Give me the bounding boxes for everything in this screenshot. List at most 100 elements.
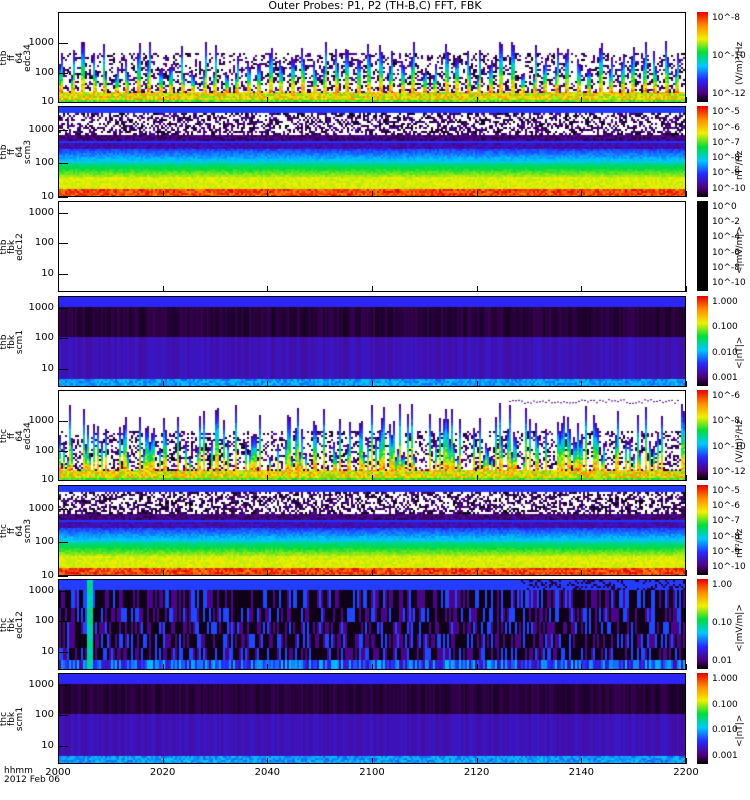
x-tick-mark bbox=[162, 758, 164, 764]
y-tick-mark bbox=[58, 542, 68, 544]
y-tick-mark bbox=[58, 651, 68, 653]
x-tick-mark bbox=[686, 570, 687, 576]
y-tick-mark bbox=[58, 480, 68, 482]
x-tick-mark bbox=[162, 664, 164, 670]
x-tick-mark bbox=[372, 758, 373, 764]
spectrogram-image bbox=[59, 486, 685, 575]
x-tick-label: 2100 bbox=[359, 767, 385, 778]
x-tick-mark bbox=[581, 97, 583, 103]
x-axis-label-date: 2012 Feb 06 bbox=[4, 775, 61, 785]
x-tick-mark bbox=[372, 381, 373, 387]
x-tick-mark bbox=[686, 97, 687, 103]
colorbar bbox=[697, 673, 708, 764]
colorbar-tick-label: 0.010 bbox=[712, 725, 738, 736]
x-tick-mark bbox=[581, 570, 583, 576]
x-tick-mark bbox=[58, 758, 59, 764]
y-tick-label: 100 bbox=[34, 444, 54, 456]
y-tick-mark bbox=[58, 745, 68, 747]
y-tick-label: 10 bbox=[41, 645, 54, 657]
x-tick-mark bbox=[162, 570, 164, 576]
colorbar-tick-label: 10^-5 bbox=[712, 107, 740, 118]
colorbar-tick-label: 10^-8 bbox=[712, 13, 740, 24]
x-tick-mark bbox=[581, 286, 583, 292]
spectrogram-image bbox=[59, 580, 685, 669]
x-tick-mark bbox=[686, 191, 687, 197]
y-tick-mark bbox=[58, 197, 68, 198]
colorbar-unit-label: <|mV/m|> bbox=[735, 604, 745, 652]
colorbar-tick-label: 0.010 bbox=[712, 347, 738, 358]
x-tick-mark bbox=[581, 475, 583, 481]
y-tick-label: 10 bbox=[41, 267, 54, 279]
y-tick-label: 100 bbox=[34, 236, 54, 248]
colorbar-unit-label: <|nT|> bbox=[735, 714, 745, 747]
colorbar-unit-label: (V/m)²/Hz bbox=[735, 41, 745, 85]
x-tick-mark bbox=[58, 191, 59, 197]
y-tick-label: 1000 bbox=[28, 301, 54, 313]
y-tick-mark bbox=[58, 420, 68, 422]
x-tick-mark bbox=[267, 191, 269, 197]
y-tick-mark bbox=[58, 590, 68, 592]
x-tick-mark bbox=[686, 286, 687, 292]
y-tick-label: 10 bbox=[41, 191, 54, 202]
x-tick-mark bbox=[162, 381, 164, 387]
colorbar-tick-label: 10^-12 bbox=[712, 88, 746, 99]
colorbar-tick-label: 10^-10 bbox=[712, 277, 746, 288]
y-tick-mark bbox=[58, 337, 68, 339]
x-tick-mark bbox=[162, 191, 164, 197]
x-tick-mark bbox=[267, 286, 269, 292]
colorbar-tick-label: 10^-10 bbox=[712, 561, 746, 572]
x-tick-mark bbox=[686, 664, 687, 670]
spectrogram-panel-thb-ff-64-scm3 bbox=[58, 106, 686, 197]
colorbar bbox=[697, 296, 708, 386]
spectrogram-image bbox=[59, 297, 685, 386]
spectrogram-image bbox=[59, 13, 685, 102]
x-tick-mark bbox=[476, 97, 478, 103]
y-tick-mark bbox=[58, 684, 68, 686]
colorbar-tick-label: 10^-5 bbox=[712, 486, 740, 497]
y-tick-mark bbox=[58, 242, 68, 244]
x-tick-mark bbox=[581, 758, 583, 764]
x-tick-label: 2120 bbox=[463, 767, 490, 778]
x-tick-mark bbox=[58, 381, 59, 387]
x-tick-label: 2020 bbox=[149, 767, 176, 778]
y-tick-mark bbox=[58, 129, 68, 131]
colorbar bbox=[697, 579, 708, 669]
y-tick-label: 10 bbox=[41, 570, 54, 581]
colorbar-tick-label: 10^-6 bbox=[712, 391, 740, 402]
y-tick-label: 100 bbox=[34, 331, 54, 343]
colorbar-tick-label: 0.10 bbox=[712, 618, 733, 628]
colorbar bbox=[697, 12, 708, 102]
y-tick-mark bbox=[58, 102, 68, 104]
chart-title: Outer Probes: P1, P2 (TH-B,C) FFT, FBK bbox=[268, 0, 482, 12]
x-tick-label: 2040 bbox=[254, 767, 281, 778]
spectrogram-panel-thb-fbk-edc12 bbox=[58, 201, 686, 292]
x-tick-mark bbox=[58, 570, 59, 576]
colorbar bbox=[697, 106, 708, 197]
y-tick-mark bbox=[58, 368, 68, 370]
x-tick-mark bbox=[372, 97, 373, 103]
colorbar-tick-label: 10^-7 bbox=[712, 137, 740, 148]
x-tick-mark bbox=[581, 664, 583, 670]
y-tick-mark bbox=[58, 72, 68, 74]
x-tick-mark bbox=[267, 475, 269, 481]
y-tick-mark bbox=[58, 42, 68, 44]
y-tick-label: 10 bbox=[41, 362, 54, 374]
colorbar-tick-label: 1.000 bbox=[712, 674, 738, 685]
y-tick-mark bbox=[58, 163, 68, 165]
colorbar-unit-label: nT²/Hz bbox=[735, 528, 745, 558]
x-tick-mark bbox=[267, 381, 269, 387]
spectrogram-panel-thc-ff-64-edc34 bbox=[58, 390, 686, 481]
y-tick-label: 100 bbox=[34, 66, 54, 78]
y-tick-mark bbox=[58, 212, 68, 214]
y-tick-mark bbox=[58, 620, 68, 622]
x-tick-mark bbox=[476, 758, 478, 764]
x-tick-mark bbox=[476, 570, 478, 576]
x-tick-mark bbox=[372, 570, 373, 576]
y-tick-mark bbox=[58, 576, 68, 577]
x-tick-label: 2200 bbox=[673, 767, 699, 778]
y-tick-label: 100 bbox=[34, 614, 54, 626]
x-tick-mark bbox=[162, 475, 164, 481]
x-tick-mark bbox=[372, 191, 373, 197]
x-tick-mark bbox=[372, 475, 373, 481]
x-tick-mark bbox=[476, 191, 478, 197]
